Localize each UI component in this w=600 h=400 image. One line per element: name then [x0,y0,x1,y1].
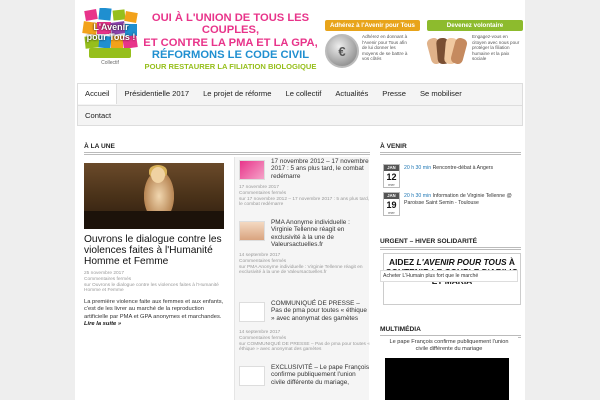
calendar-weekday: mer [388,211,395,215]
list-item-title[interactable]: COMMUNIQUÉ DE PRESSE – Pas de pma pour t… [271,300,370,322]
slogan-line-3: RÉFORMONS LE CODE CIVIL [151,49,310,62]
urgent-line-1-em: L'AVENIR POUR TOUS [416,257,507,267]
calendar-icon: JAN 12 mer [383,164,400,188]
event-time: 20 h 30 min [404,165,432,171]
nav-item-projet-reforme[interactable]: Le projet de réforme [196,84,278,104]
avenir-section-label: À VENIR [380,143,521,155]
event-title[interactable]: Rencontre-débat à Angers [433,165,494,171]
event-item[interactable]: JAN 19 mer 20 h 30 min Information de Vi… [380,192,523,218]
event-text[interactable]: 20 h 30 min Rencontre-débat à Angers [404,165,522,172]
header-slogan: OUI À L'UNION DE TOUS LES COUPLES, ET CO… [143,12,318,71]
calendar-day: 12 [386,172,397,182]
list-item[interactable]: 17 novembre 2012 – 17 novembre 2017 : 5 … [239,158,370,208]
nav-item-accueil[interactable]: Accueil [78,84,118,104]
page: L'Avenir pour Tous ! Collectif OUI À L'U… [75,0,525,400]
main-article-meta: 25 novembre 2017 Commentaires fermés sur… [84,271,224,294]
list-item-title[interactable]: PMA Anonyme individuelle : Virginie Tell… [271,219,370,249]
video-caption: Le pape François confirme publiquement l… [389,339,509,352]
logo[interactable]: L'Avenir pour Tous ! Collectif [81,7,139,68]
header: L'Avenir pour Tous ! Collectif OUI À L'U… [75,0,525,78]
coin-label: € [338,43,346,59]
une-section-label: À LA UNE [84,143,370,155]
list-item[interactable]: EXCLUSIVITÉ – Le pape François confirme … [239,364,370,400]
nav-item-actualites[interactable]: Actualités [328,84,375,104]
hands-icon [425,34,469,68]
nav-item-mobiliser[interactable]: Se mobiliser [413,84,469,104]
slogan-line-1: OUI À L'UNION DE TOUS LES COUPLES, [151,12,310,37]
promo-adherez-title[interactable]: Adhérez à l'Avenir pour Tous [325,20,420,31]
nav-item-collectif[interactable]: Le collectif [278,84,328,104]
list-item-thumb[interactable] [239,366,265,386]
logo-subtitle: Collectif [101,60,119,66]
list-item-meta: 14 septembre 2017 Commentaires fermés su… [239,330,370,353]
calendar-weekday: mer [388,183,395,187]
calendar-day: 19 [386,200,397,210]
list-item-meta: 14 septembre 2017 Commentaires fermés su… [239,253,370,276]
list-item-thumb[interactable] [239,302,265,322]
main-article-body: La première violence faite aux femmes et… [84,299,224,320]
promo-volontaire-title[interactable]: Devenez volontaire [427,20,523,31]
euro-coin-icon: € [325,34,359,68]
list-item-title[interactable]: 17 novembre 2012 – 17 novembre 2017 : 5 … [271,158,370,180]
nav-row-1: Accueil Présidentielle 2017 Le projet de… [78,84,469,104]
slogan-line-4: POUR RESTAURER LA FILIATION BIOLOGIQUE [144,61,317,71]
list-item[interactable]: COMMUNIQUÉ DE PRESSE – Pas de pma pour t… [239,300,370,360]
event-item[interactable]: JAN 12 mer 20 h 30 min Rencontre-débat à… [380,164,523,190]
list-item-thumb[interactable] [239,221,265,241]
main-article-title[interactable]: Ouvrons le dialogue contre les violences… [84,234,224,268]
urgent-buy-link[interactable]: Acheter L'Humain plus fort que le marché [380,270,518,282]
list-item[interactable]: PMA Anonyme individuelle : Virginie Tell… [239,219,370,285]
urgent-line-1: AIDEZ [389,257,417,267]
promo-volontaire-text: Engagez-vous en citoyen avec nous pour p… [472,34,520,62]
list-item-comments-sub: sur 17 novembre 2012 – 17 novembre 2017 … [239,196,370,208]
nav-divider [78,105,522,106]
logo-text: L'Avenir pour Tous ! [86,22,136,42]
list-item-meta: 17 novembre 2017 Commentaires fermés sur… [239,185,370,208]
news-list: 17 novembre 2012 – 17 novembre 2017 : 5 … [234,157,370,400]
main-article-image[interactable] [84,163,224,229]
main-nav: Accueil Présidentielle 2017 Le projet de… [77,83,523,126]
nav-item-contact[interactable]: Contact [78,106,118,126]
slogan-line-2: ET CONTRE LA PMA ET LA GPA, [143,36,318,49]
promo-adherez[interactable]: Adhérez à l'Avenir pour Tous € Adhérez e… [325,20,420,68]
nav-item-presidentielle[interactable]: Présidentielle 2017 [117,84,196,104]
event-text[interactable]: 20 h 30 min Information de Virginie Tell… [404,193,522,207]
video-player[interactable] [385,358,509,400]
urgent-section-label: URGENT – HIVER SOLIDARITÉ [380,238,521,250]
list-item-comments-sub: sur COMMUNIQUÉ DE PRESSE – Pas de pma po… [239,341,370,353]
nav-row-2: Contact [78,106,118,126]
calendar-icon: JAN 19 mer [383,192,400,216]
event-time: 20 h 30 min [404,193,432,199]
promo-volontaire[interactable]: Devenez volontaire Engagez-vous en citoy… [425,20,523,68]
read-more-link[interactable]: Lire la suite » [84,321,121,327]
list-item-title[interactable]: EXCLUSIVITÉ – Le pape François confirme … [271,364,370,386]
list-item-comments-sub: sur PMA Anonyme individuelle : Virginie … [239,264,363,276]
list-item-thumb[interactable] [239,160,265,180]
multimedia-video[interactable]: Le pape François confirme publiquement l… [380,337,518,400]
main-article-comments-sub: sur Ouvrons le dialogue contre les viole… [84,282,219,294]
promo-adherez-text: Adhérez en donnant à l'Avenir pour Tous … [362,34,408,62]
nav-item-presse[interactable]: Presse [375,84,413,104]
main-article-excerpt: La première violence faite aux femmes et… [84,299,224,329]
